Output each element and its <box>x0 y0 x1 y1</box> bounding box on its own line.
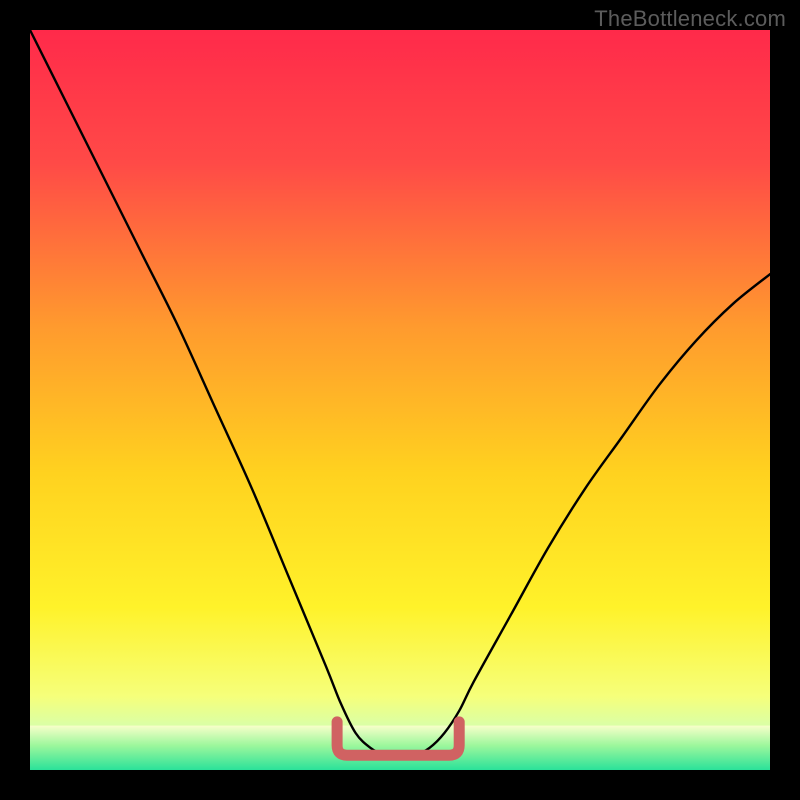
watermark-text: TheBottleneck.com <box>594 6 786 32</box>
gradient-background <box>30 30 770 770</box>
baseline-band <box>30 726 770 770</box>
chart-stage: TheBottleneck.com <box>0 0 800 800</box>
chart-svg <box>30 30 770 770</box>
